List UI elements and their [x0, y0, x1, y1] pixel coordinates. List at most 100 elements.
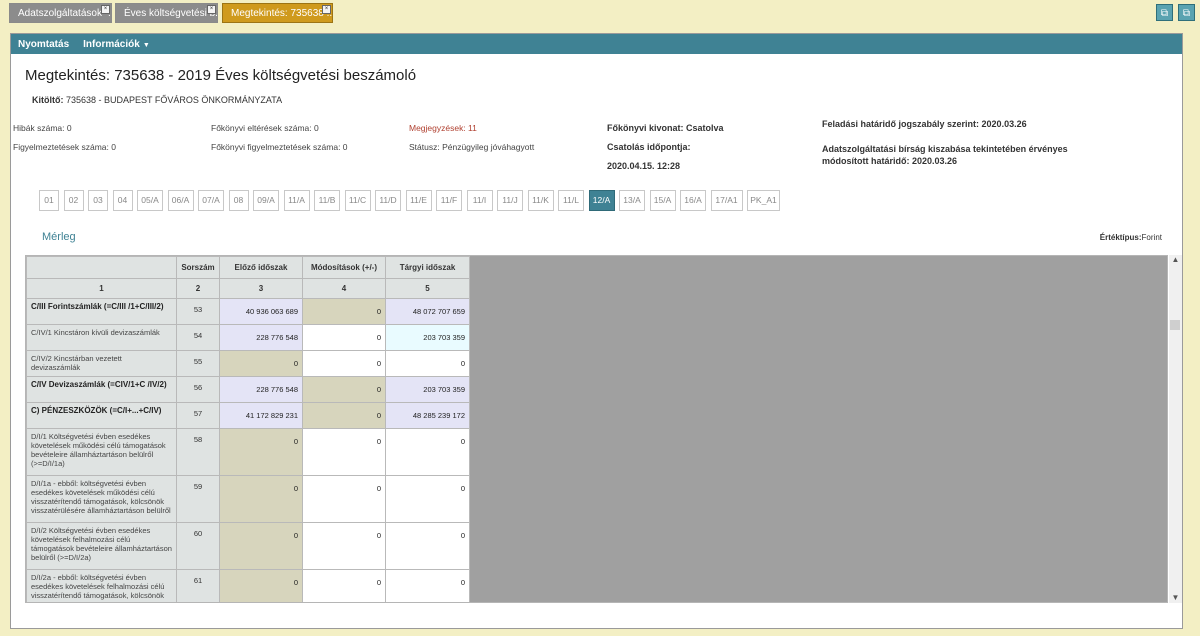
menu-bar: Nyomtatás Információk ▼: [11, 34, 1182, 54]
sheet-tab-04[interactable]: 04: [112, 190, 133, 211]
unit-type: Értéktípus:Forint: [1100, 233, 1162, 242]
sheet-tab-11-l[interactable]: 11/L: [558, 190, 584, 211]
sheet-tab-11-a[interactable]: 11/A: [283, 190, 310, 211]
previous-value[interactable]: 0: [219, 569, 303, 602]
current-value[interactable]: 0: [385, 522, 470, 570]
tab-eves-koltsegvetesi[interactable]: Éves költségvetési b... ×: [115, 3, 218, 23]
table-row: C/III Forintszámlák (=C/III /1+C/III/2) 5…: [26, 298, 470, 325]
sheet-tab-02[interactable]: 02: [63, 190, 84, 211]
sheet-tab-12-a[interactable]: 12/A: [588, 190, 615, 211]
sheet-tab-11-e[interactable]: 11/E: [405, 190, 432, 211]
previous-value[interactable]: 0: [219, 428, 303, 476]
sheet-tab-15-a[interactable]: 15/A: [649, 190, 676, 211]
sheet-tab-13-a[interactable]: 13/A: [619, 190, 645, 211]
attach-time-label: Csatolás időpontja:: [607, 142, 691, 152]
sheet-tab-11-c[interactable]: 11/C: [344, 190, 371, 211]
modification-value[interactable]: 0: [302, 376, 386, 403]
scroll-thumb[interactable]: [1170, 320, 1180, 330]
unit-label: Értéktípus:: [1099, 233, 1142, 242]
row-number: 60: [176, 522, 220, 570]
current-value[interactable]: 203 703 359: [385, 376, 470, 403]
row-number: 61: [176, 569, 220, 602]
scroll-up-icon[interactable]: ▲: [1169, 255, 1182, 265]
previous-value[interactable]: 40 936 063 689: [219, 298, 303, 325]
sheet-tab-11-k[interactable]: 11/K: [527, 190, 554, 211]
current-value[interactable]: 0: [385, 428, 470, 476]
current-value[interactable]: 203 703 359: [385, 324, 470, 351]
sheet-tab-11-j[interactable]: 11/J: [497, 190, 523, 211]
table-row: C/IV Devizaszámlák (=CIV/1+C /IV/2) 56 228…: [26, 376, 470, 403]
fine-deadline-line1: Adatszolgáltatási bírság kiszabása tekin…: [822, 144, 1068, 154]
current-value[interactable]: 0: [385, 475, 470, 523]
sheet-tab-07-a[interactable]: 07/A: [198, 190, 224, 211]
sheet-tab-03[interactable]: 03: [88, 190, 108, 211]
row-number: 59: [176, 475, 220, 523]
close-icon[interactable]: ×: [322, 5, 331, 14]
previous-value[interactable]: 228 776 548: [219, 376, 303, 403]
modification-value[interactable]: 0: [302, 475, 386, 523]
close-icon[interactable]: ×: [101, 5, 110, 14]
col-number: 1: [26, 278, 177, 299]
window-restore-icon[interactable]: ⧉: [1178, 4, 1195, 21]
modification-value[interactable]: 0: [302, 569, 386, 602]
sheet-tab-01[interactable]: 01: [39, 190, 59, 211]
row-number: 55: [176, 350, 220, 377]
header-sorszam: Sorszám: [176, 256, 220, 279]
row-number: 53: [176, 298, 220, 325]
modification-value[interactable]: 0: [302, 350, 386, 377]
sheet-tab-11-d[interactable]: 11/D: [375, 190, 401, 211]
row-label: D/I/2a - ebből: költségvetési évben esed…: [26, 569, 177, 602]
tab-megtekintes[interactable]: Megtekintés: 735638 ... ×: [222, 3, 333, 23]
unit-value: Forint: [1141, 233, 1162, 242]
sheet-tab-11-b[interactable]: 11/B: [314, 190, 340, 211]
tab-label: Éves költségvetési b...: [124, 8, 218, 19]
modification-value[interactable]: 0: [302, 428, 386, 476]
table-row: D/I/2a - ebből: költségvetési évben esed…: [26, 569, 470, 602]
scroll-down-icon[interactable]: ▼: [1169, 593, 1182, 603]
modification-value[interactable]: 0: [302, 298, 386, 325]
col-number: 2: [176, 278, 220, 299]
filler-line: Kitöltő: 735638 - BUDAPEST FŐVÁROS ÖNKOR…: [32, 95, 282, 105]
vertical-scrollbar[interactable]: ▲ ▼: [1169, 255, 1182, 603]
previous-value[interactable]: 41 172 829 231: [219, 402, 303, 429]
fine-deadline-line2: módosított határidő: 2020.03.26: [822, 156, 958, 166]
filler-label: Kitöltő:: [32, 95, 64, 105]
sheet-tab-06-a[interactable]: 06/A: [167, 190, 194, 211]
table-row: D/I/1a - ebből: költségvetési évben esed…: [26, 475, 470, 523]
caret-down-icon: ▼: [142, 41, 150, 49]
current-value[interactable]: 48 285 239 172: [385, 402, 470, 429]
current-value[interactable]: 0: [385, 569, 470, 602]
header-modifications: Módosítások (+/-): [302, 256, 386, 279]
previous-value[interactable]: 0: [219, 522, 303, 570]
row-label: D/I/1a - ebből: költségvetési évben esed…: [26, 475, 177, 523]
previous-value[interactable]: 0: [219, 350, 303, 377]
sheet-tab-11-i[interactable]: 11/I: [466, 190, 493, 211]
sheet-tab-05-a[interactable]: 05/A: [137, 190, 163, 211]
sheet-tab-pk-a1[interactable]: PK_A1: [747, 190, 780, 211]
sheet-tab-17-a1[interactable]: 17/A1: [710, 190, 743, 211]
previous-value[interactable]: 228 776 548: [219, 324, 303, 351]
notes-link[interactable]: Megjegyzések: 11: [409, 123, 477, 133]
main-panel: Nyomtatás Információk ▼ Megtekintés: 7356…: [10, 33, 1183, 629]
sheet-tab-11-f[interactable]: 11/F: [436, 190, 462, 211]
info-menu[interactable]: Információk ▼: [83, 39, 150, 50]
row-number: 56: [176, 376, 220, 403]
print-menu[interactable]: Nyomtatás: [18, 39, 69, 50]
header-previous: Előző időszak: [219, 256, 303, 279]
sheet-tab-08[interactable]: 08: [228, 190, 249, 211]
modification-value[interactable]: 0: [302, 402, 386, 429]
close-icon[interactable]: ×: [207, 5, 216, 14]
window-restore-icon[interactable]: ⧉: [1156, 4, 1173, 21]
previous-value[interactable]: 0: [219, 475, 303, 523]
modification-value[interactable]: 0: [302, 522, 386, 570]
table-row: D/I/2 Költségvetési évben esedékes követ…: [26, 522, 470, 570]
current-value[interactable]: 48 072 707 659: [385, 298, 470, 325]
sheet-tab-09-a[interactable]: 09/A: [253, 190, 279, 211]
row-label: C) PÉNZESZKÖZÖK (=C/I+...+C/IV): [26, 402, 177, 429]
current-value[interactable]: 0: [385, 350, 470, 377]
deadline-text: Feladási határidő jogszabály szerint: 20…: [822, 119, 1027, 129]
sheet-tab-16-a[interactable]: 16/A: [680, 190, 706, 211]
modification-value[interactable]: 0: [302, 324, 386, 351]
tab-adatszolgaltatasok[interactable]: Adatszolgáltatások -... ×: [9, 3, 112, 23]
balance-table: Sorszám Előző időszak Módosítások (+/-) …: [26, 256, 470, 602]
